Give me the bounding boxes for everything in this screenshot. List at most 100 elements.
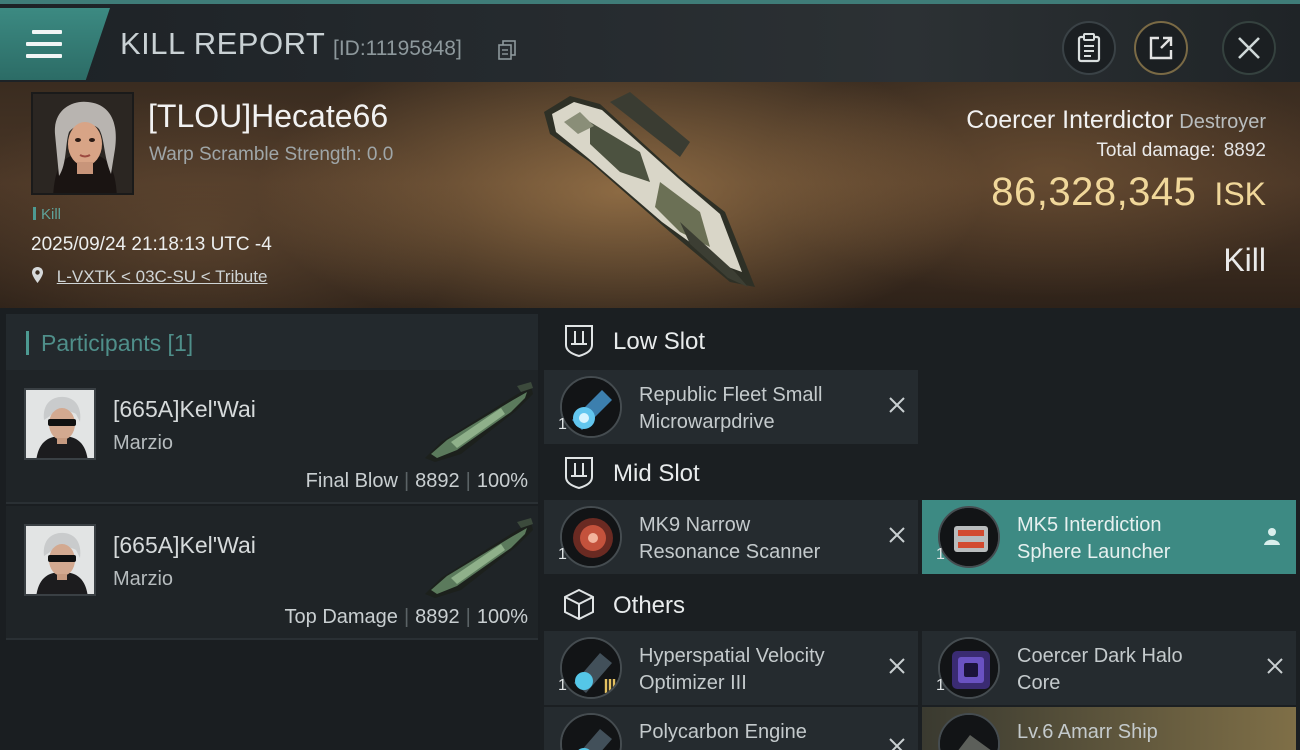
module-item[interactable]: 1 Republic Fleet Small Microwarpdrive: [544, 370, 918, 444]
item-name-line: MK5 Interdiction: [1017, 514, 1162, 536]
item-name-line: Optimizer III: [639, 672, 747, 694]
others-label: Others: [613, 592, 686, 619]
kill-datetime: 2025/09/24 21:18:13 UTC -4: [31, 234, 272, 255]
item-name: MK5 Interdiction Sphere Launcher: [1017, 512, 1170, 566]
item-name-line: Lv.6 Amarr Ship: [1017, 721, 1158, 743]
menu-button[interactable]: [0, 8, 110, 80]
participant-ship: Marzio: [113, 568, 174, 590]
kill-result: Kill: [1223, 242, 1266, 278]
participants-panel: Participants [1] [665A]Kel'Wai Marzio Fi…: [0, 308, 540, 750]
location-pin-icon: [32, 267, 43, 283]
participant-card[interactable]: [665A]Kel'Wai Marzio Final Blow | 8892 | 100…: [6, 370, 538, 504]
total-damage-label: Total damage:: [1096, 140, 1216, 161]
participant-name[interactable]: [665A]Kel'Wai: [113, 396, 256, 423]
victim-portrait[interactable]: [31, 92, 134, 195]
item-name-line: Core: [1017, 672, 1061, 694]
participant-avatar[interactable]: [24, 524, 96, 596]
item-quantity: 1: [558, 677, 567, 694]
item-name: Coercer Dark Halo Core: [1017, 643, 1183, 697]
participant-damage: 8892: [415, 606, 460, 628]
module-item[interactable]: Polycarbon Engine: [544, 707, 918, 750]
mid-slot-header: Mid Slot: [544, 442, 1300, 502]
item-quantity: 1: [936, 546, 945, 563]
stats-divider: |: [403, 606, 410, 628]
page-title: KILL REPORT: [120, 26, 326, 61]
engine-icon: [560, 713, 622, 750]
location-link[interactable]: L-VXTK < 03C-SU < Tribute: [57, 267, 268, 286]
item-name-line: Sphere Launcher: [1017, 541, 1171, 563]
total-damage: Total damage: 8892: [1096, 140, 1266, 162]
avatar-image: [26, 390, 94, 458]
item-name-line: Republic Fleet Small: [639, 384, 823, 406]
isk-value: 86,328,345 ISK: [991, 170, 1266, 215]
module-item[interactable]: Lv.6 Amarr Ship: [922, 707, 1296, 750]
kill-location[interactable]: L-VXTK < 03C-SU < Tribute: [31, 266, 267, 287]
participants-title: Participants [1]: [26, 330, 193, 357]
item-name: Polycarbon Engine: [639, 719, 807, 746]
share-icon: [1149, 36, 1173, 60]
victim-name[interactable]: [TLOU]Hecate66: [148, 98, 388, 135]
participant-ship-image: [425, 518, 533, 598]
remove-x-icon[interactable]: [888, 737, 906, 750]
remove-x-icon[interactable]: [888, 657, 906, 675]
low-slot-header: Low Slot: [544, 310, 1300, 370]
item-name-line: Polycarbon Engine: [639, 721, 807, 743]
ship-type-name[interactable]: Coercer Interdictor: [966, 106, 1173, 134]
stats-divider: |: [403, 470, 410, 492]
victim-panel: [TLOU]Hecate66 Warp Scramble Strength: 0…: [0, 82, 1300, 308]
clipboard-icon: [1077, 33, 1101, 63]
item-name-line: Microwarpdrive: [639, 411, 775, 433]
participant-percent: 100%: [476, 606, 528, 628]
close-button[interactable]: [1222, 21, 1276, 75]
item-name-line: Coercer Dark Halo: [1017, 645, 1183, 667]
clipboard-button[interactable]: [1062, 21, 1116, 75]
warp-scramble-strength: Warp Scramble Strength: 0.0: [149, 144, 394, 165]
report-id: [ID:11195848]: [333, 37, 462, 60]
dark-halo-core-icon: [938, 637, 1000, 699]
remove-x-icon[interactable]: [1266, 657, 1284, 675]
mid-slot-icon: [565, 457, 593, 489]
copy-icon[interactable]: [498, 40, 516, 60]
item-name: Republic Fleet Small Microwarpdrive: [639, 382, 822, 436]
share-button[interactable]: [1134, 21, 1188, 75]
total-damage-value: 8892: [1223, 140, 1266, 161]
low-slot-label: Low Slot: [613, 328, 706, 355]
victim-ship-image: [544, 92, 755, 287]
fitting-panel: Low Slot 1 Republic Fleet Small Microwar…: [540, 308, 1300, 750]
others-header: Others: [544, 574, 1300, 634]
participant-damage: 8892: [415, 470, 460, 492]
stats-divider: |: [465, 470, 471, 492]
module-item[interactable]: 1 Hyperspatial Velocity Optimizer III: [544, 631, 918, 705]
menu-icon: [26, 30, 62, 58]
participant-percent: 100%: [476, 470, 528, 492]
participant-avatar[interactable]: [24, 388, 96, 460]
user-icon: [1264, 528, 1280, 545]
module-item[interactable]: 1 MK9 Narrow Resonance Scanner: [544, 500, 918, 574]
module-item[interactable]: 1 MK5 Interdiction Sphere Launcher: [922, 500, 1296, 574]
scanner-icon: [560, 506, 622, 568]
item-name: Lv.6 Amarr Ship: [1017, 719, 1158, 746]
kill-tag: Kill: [33, 206, 61, 223]
ship-class: Destroyer: [1179, 111, 1266, 133]
stats-divider: |: [465, 606, 471, 628]
remove-x-icon[interactable]: [888, 526, 906, 544]
participant-ship-image: [425, 382, 533, 462]
velocity-optimizer-icon: [560, 637, 622, 699]
participant-card[interactable]: [665A]Kel'Wai Marzio Top Damage | 8892 | 100…: [6, 506, 538, 640]
microwarpdrive-icon: [560, 376, 622, 438]
remove-x-icon[interactable]: [888, 396, 906, 414]
ship-skill-icon: [938, 713, 1000, 750]
isk-unit: ISK: [1214, 176, 1266, 212]
item-name-line: Resonance Scanner: [639, 541, 821, 563]
participant-name[interactable]: [665A]Kel'Wai: [113, 532, 256, 559]
item-name: MK9 Narrow Resonance Scanner: [639, 512, 820, 566]
interdiction-launcher-icon: [938, 506, 1000, 568]
low-slot-icon: [565, 325, 593, 357]
mid-slot-label: Mid Slot: [613, 460, 700, 487]
portrait-image: [33, 94, 132, 193]
participant-ship: Marzio: [113, 432, 174, 454]
module-item[interactable]: 1 Coercer Dark Halo Core: [922, 631, 1296, 705]
others-cube-icon: [564, 588, 594, 621]
item-quantity: 1: [558, 546, 567, 563]
item-name-line: MK9 Narrow: [639, 514, 751, 536]
